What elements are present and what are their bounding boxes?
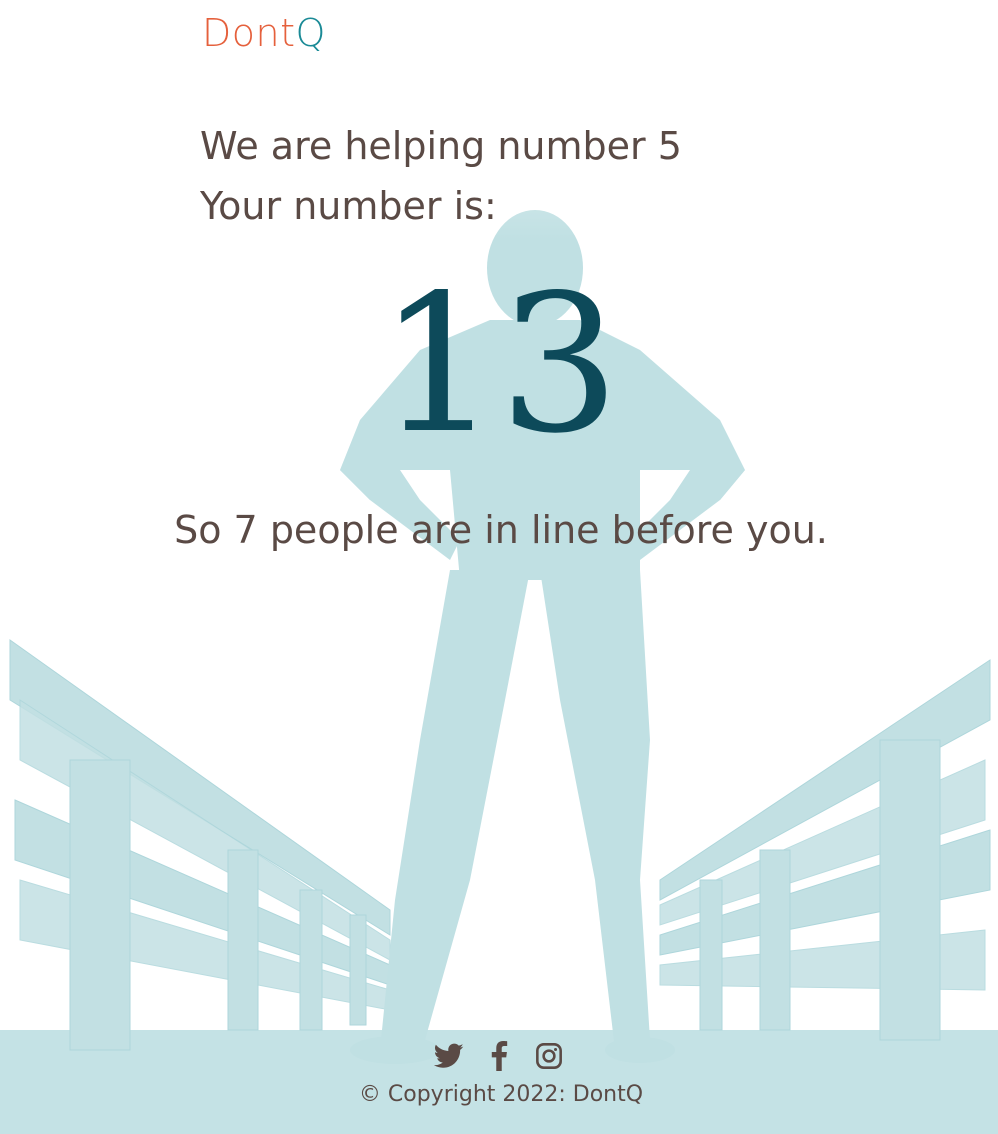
page-content: DontQ We are helping number 5 Your numbe… bbox=[0, 0, 998, 1134]
queue-number: 13 bbox=[378, 254, 620, 475]
currently-helping-text: We are helping number 5 bbox=[200, 124, 682, 168]
copyright-text: © Copyright 2022: DontQ bbox=[358, 1082, 644, 1107]
twitter-icon bbox=[434, 1043, 464, 1068]
social-links bbox=[0, 1040, 998, 1072]
twitter-link[interactable] bbox=[434, 1040, 464, 1072]
brand-logo[interactable]: DontQ bbox=[202, 14, 326, 52]
instagram-icon bbox=[536, 1043, 562, 1069]
people-ahead-text: So 7 people are in line before you. bbox=[174, 508, 828, 552]
instagram-link[interactable] bbox=[534, 1040, 564, 1072]
logo-text-q: Q bbox=[295, 11, 326, 55]
facebook-icon bbox=[491, 1041, 508, 1071]
logo-text-dont: Dont bbox=[202, 11, 296, 55]
facebook-link[interactable] bbox=[484, 1040, 514, 1072]
your-number-label: Your number is: bbox=[200, 184, 497, 228]
